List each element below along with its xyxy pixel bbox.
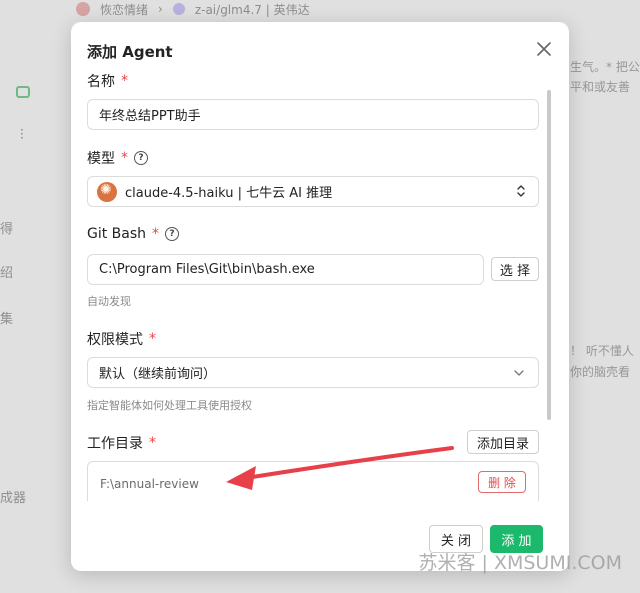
- name-label-text: 名称: [87, 74, 115, 90]
- add-agent-dialog: 添加 Agent 名称 * 年终总结PPT助手 模型 * ? claude-4.…: [71, 22, 569, 571]
- directory-list-item: F:\annual-review 删 除: [87, 461, 539, 501]
- dialog-scrollbar[interactable]: [547, 70, 551, 420]
- add-directory-button[interactable]: 添加目录: [467, 430, 539, 454]
- git-bash-path-input[interactable]: C:\Program Files\Git\bin\bash.exe: [87, 254, 484, 285]
- permission-label: 权限模式 *: [87, 329, 156, 349]
- claude-logo-icon: [97, 181, 117, 202]
- model-label-text: 模型: [87, 151, 115, 167]
- permission-label-text: 权限模式: [87, 332, 143, 348]
- permission-select[interactable]: 默认（继续前询问）: [87, 357, 539, 388]
- git-bash-hint: 自动发现: [87, 295, 131, 308]
- git-bash-label: Git Bash * ?: [87, 226, 180, 242]
- watermark: 苏米客 | XMSUMI.COM: [418, 552, 622, 574]
- help-icon[interactable]: ?: [134, 151, 148, 165]
- chevron-down-icon: [514, 370, 524, 376]
- close-icon[interactable]: [535, 40, 553, 58]
- required-marker: *: [149, 435, 156, 451]
- scrollbar-thumb[interactable]: [547, 90, 551, 420]
- select-updown-icon: [517, 185, 525, 197]
- model-select-value: claude-4.5-haiku | 七牛云 AI 推理: [125, 186, 333, 201]
- model-select[interactable]: claude-4.5-haiku | 七牛云 AI 推理: [87, 176, 539, 207]
- workdir-label-text: 工作目录: [87, 436, 143, 452]
- required-marker: *: [121, 73, 128, 89]
- git-bash-path-value: C:\Program Files\Git\bin\bash.exe: [99, 262, 315, 277]
- name-label: 名称 *: [87, 71, 128, 91]
- choose-button[interactable]: 选 择: [491, 257, 539, 281]
- permission-hint: 指定智能体如何处理工具使用授权: [87, 399, 252, 412]
- permission-select-value: 默认（继续前询问）: [99, 367, 217, 382]
- required-marker: *: [149, 331, 156, 347]
- required-marker: *: [152, 226, 160, 242]
- delete-directory-button[interactable]: 删 除: [478, 471, 526, 493]
- git-bash-label-text: Git Bash: [87, 226, 147, 242]
- help-icon[interactable]: ?: [165, 227, 180, 241]
- required-marker: *: [121, 150, 128, 166]
- model-label: 模型 * ?: [87, 148, 148, 168]
- dialog-title: 添加 Agent: [87, 43, 173, 61]
- name-input[interactable]: 年终总结PPT助手: [87, 99, 539, 130]
- workdir-label: 工作目录 *: [87, 433, 156, 453]
- directory-path: F:\annual-review: [100, 477, 199, 491]
- name-input-value: 年终总结PPT助手: [99, 109, 201, 124]
